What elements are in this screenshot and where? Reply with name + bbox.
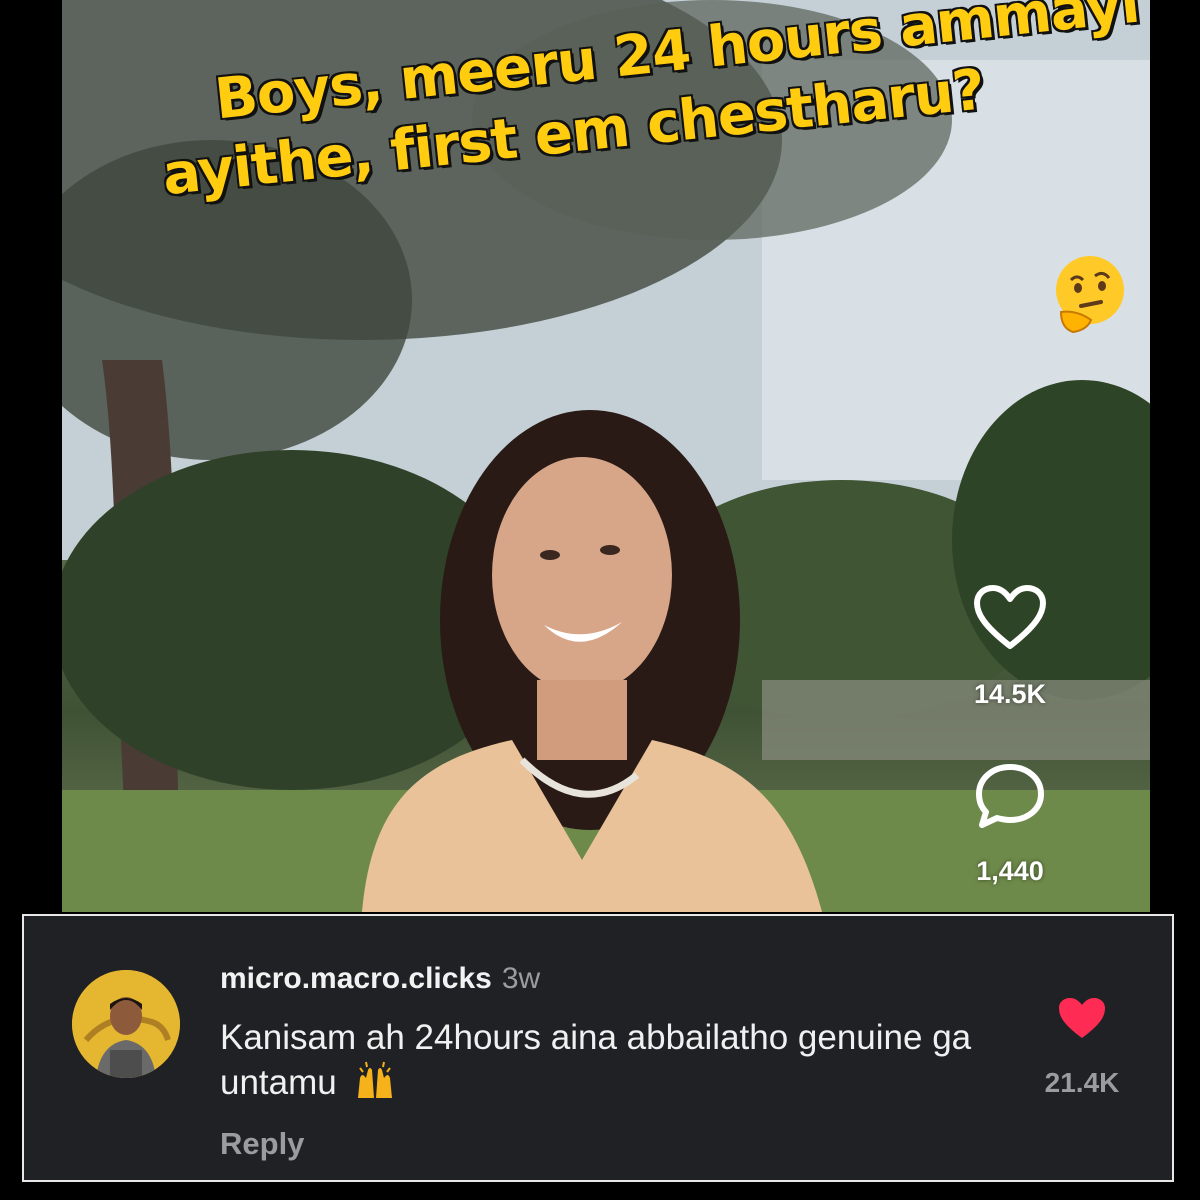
comment-panel: micro.macro.clicks 3w Kanisam ah 24hours … <box>22 914 1174 1182</box>
heart-outline-icon[interactable] <box>973 585 1047 651</box>
raising-hands-icon <box>358 1061 393 1098</box>
username-text[interactable]: micro.macro.clicks <box>220 962 492 995</box>
comment-text: Kanisam ah 24hours aina abbailatho genui… <box>220 1018 972 1102</box>
comment-body: Kanisam ah 24hours aina abbailatho genui… <box>220 1016 980 1105</box>
avatar-image <box>72 970 180 1078</box>
avatar[interactable] <box>72 970 180 1078</box>
comment-time: 3w <box>501 962 541 995</box>
like-count: 14.5K <box>973 679 1047 709</box>
reply-button[interactable]: Reply <box>220 1126 304 1162</box>
comment-like[interactable]: 21.4K <box>1032 996 1132 1099</box>
thinking-face-icon <box>1056 256 1124 334</box>
comment-bubble-icon[interactable] <box>974 762 1046 828</box>
comment-action[interactable]: 1,440 <box>960 762 1060 887</box>
heart-filled-icon[interactable] <box>1057 996 1107 1040</box>
like-action[interactable]: 14.5K <box>960 585 1060 710</box>
comment-like-count: 21.4K <box>1044 1067 1120 1098</box>
action-rail: 14.5K 1,440 <box>960 585 1060 887</box>
comment-username[interactable]: micro.macro.clicks 3w <box>220 962 540 996</box>
comment-count: 1,440 <box>976 856 1044 886</box>
video-frame[interactable]: Boys, meeru 24 hours ammayi ayithe, firs… <box>62 0 1150 912</box>
